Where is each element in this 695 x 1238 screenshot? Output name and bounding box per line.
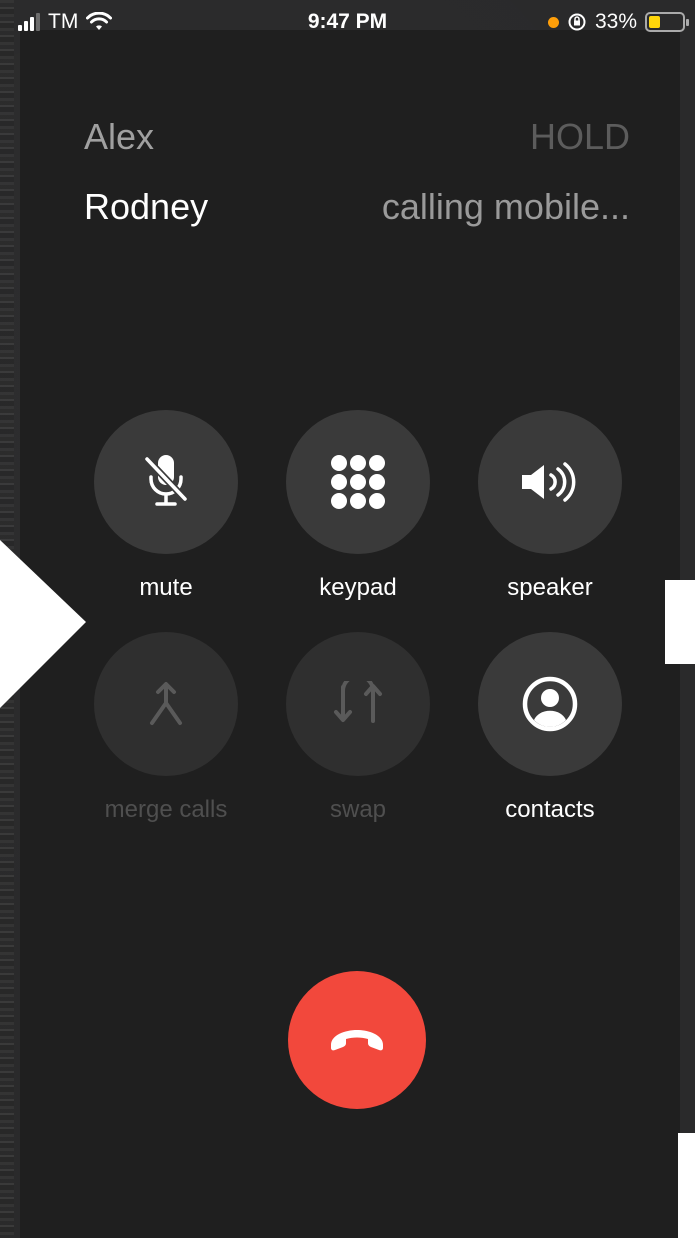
swap-button-circle[interactable] [286,632,430,776]
call-line-held[interactable]: Alex HOLD [84,116,630,158]
status-right: 33% [547,10,689,34]
end-call-button[interactable] [288,971,426,1109]
merge-calls-button[interactable]: merge calls [94,632,238,824]
caller-name: Rodney [84,186,209,227]
call-line-active[interactable]: Rodney calling mobile... [84,186,630,228]
merge-icon [150,682,182,725]
merge-calls-label: merge calls [104,796,228,823]
mic-off-icon [144,455,188,506]
battery-percent: 33% [594,10,637,33]
phone-hangup-icon [331,1030,383,1051]
swap-label: swap [329,796,387,823]
speaker-button-circle[interactable] [478,410,622,554]
contacts-button-circle[interactable] [478,632,622,776]
keypad-icon [331,455,385,509]
background-texture [0,0,14,1238]
battery-icon [645,12,689,32]
caller-name: Alex [84,116,155,157]
keypad-button-circle[interactable] [286,410,430,554]
swap-button[interactable]: swap [286,632,430,824]
status-bar: TM 9:47 PM 33% [0,0,695,48]
mute-button[interactable]: mute [94,410,238,602]
mic-in-use-indicator [547,16,559,28]
merge-calls-button-circle[interactable] [94,632,238,776]
phone-screen: TM 9:47 PM 33% Alex HOLD Rodney calling … [0,0,695,1238]
mute-button-circle[interactable] [94,410,238,554]
orientation-lock-icon [568,13,586,31]
keypad-label: keypad [319,574,397,601]
call-state: calling mobile... [381,186,630,227]
speaker-icon [522,462,576,502]
speaker-label: speaker [507,574,593,601]
call-state: HOLD [529,116,630,157]
contacts-button[interactable]: contacts [478,632,622,824]
contact-icon [522,676,578,732]
contacts-label: contacts [505,796,595,823]
keypad-button[interactable]: keypad [286,410,430,602]
speaker-button[interactable]: speaker [478,410,622,602]
swap-icon [334,681,382,723]
mute-label: mute [139,574,193,601]
